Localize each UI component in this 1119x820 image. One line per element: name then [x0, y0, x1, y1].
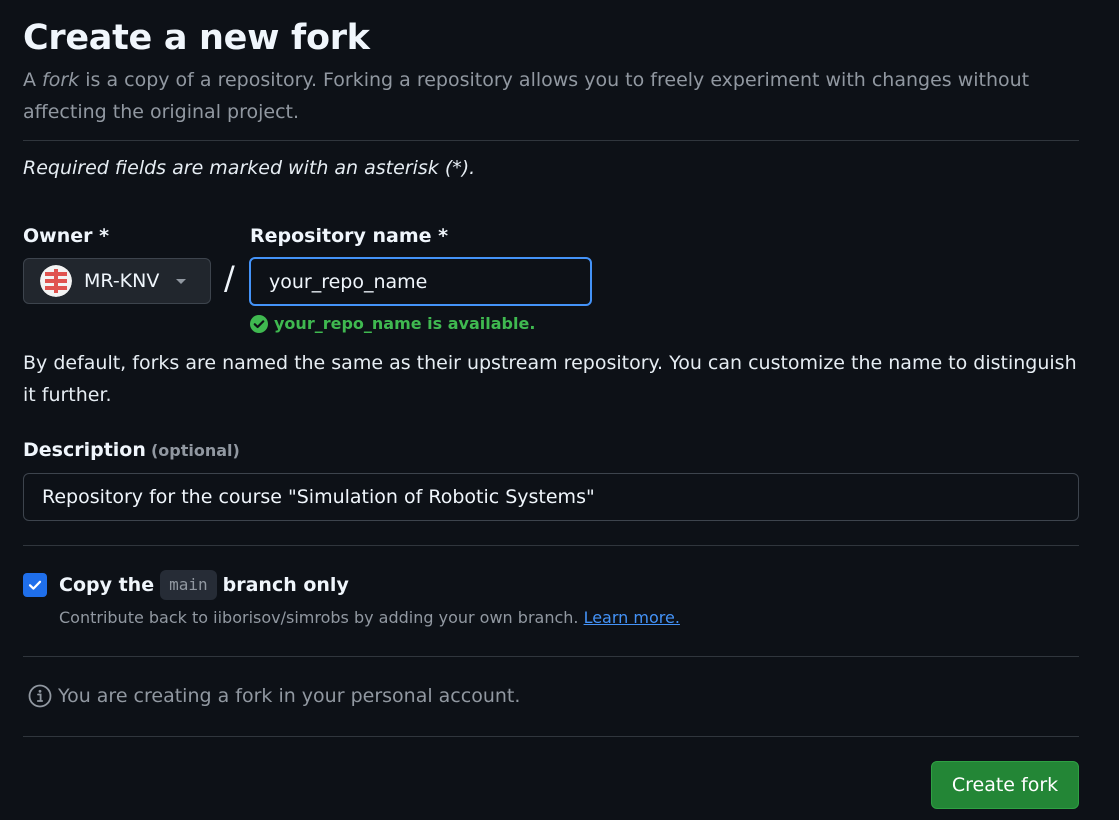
info-icon: [28, 684, 52, 708]
description-label-row: Description (optional): [23, 436, 240, 464]
page-title: Create a new fork: [23, 18, 370, 58]
checkmark-icon: [28, 580, 42, 590]
owner-select-button[interactable]: MR-KNV: [23, 258, 211, 304]
availability-text: your_repo_name is available.: [274, 314, 536, 333]
repository-availability-status: your_repo_name is available.: [250, 313, 535, 335]
footer-divider: [23, 736, 1079, 737]
description-divider: [23, 545, 1079, 546]
info-text: You are creating a fork in your personal…: [58, 685, 521, 707]
repository-name-input[interactable]: [249, 257, 592, 306]
learn-more-link[interactable]: Learn more.: [584, 608, 680, 627]
create-fork-button[interactable]: Create fork: [931, 761, 1079, 809]
create-fork-page: Create a new fork A fork is a copy of a …: [0, 0, 1119, 820]
copy-branch-help: Contribute back to iiborisov/simrobs by …: [59, 606, 680, 630]
branch-name-chip: main: [160, 570, 217, 600]
owner-repo-separator: /: [224, 259, 235, 297]
intro-prefix: A: [23, 69, 43, 91]
branch-divider: [23, 656, 1079, 657]
copy-branch-help-text: Contribute back to iiborisov/simrobs by …: [59, 608, 579, 627]
caret-down-icon: [175, 275, 187, 287]
copy-label-suffix: branch only: [222, 574, 349, 596]
check-circle-icon: [250, 315, 268, 333]
description-label: Description: [23, 439, 146, 461]
optional-marker: (optional): [150, 441, 240, 460]
name-help-text: By default, forks are named the same as …: [23, 352, 1077, 406]
intro-suffix: is a copy of a repository. Forking a rep…: [23, 69, 1030, 123]
copy-main-branch-checkbox[interactable]: [23, 573, 47, 597]
owner-label: Owner *: [23, 225, 110, 247]
header-divider: [23, 140, 1079, 141]
owner-name: MR-KNV: [84, 270, 160, 292]
owner-avatar-icon: [40, 265, 72, 297]
required-fields-note: Required fields are marked with an aster…: [23, 157, 476, 179]
description-input[interactable]: [23, 473, 1079, 521]
intro-fork-term: fork: [42, 69, 80, 91]
personal-account-info: You are creating a fork in your personal…: [28, 682, 520, 710]
page-intro: A fork is a copy of a repository. Forkin…: [23, 64, 1079, 128]
copy-main-branch-label[interactable]: Copy the main branch only: [59, 570, 349, 600]
repository-name-label: Repository name *: [250, 225, 449, 247]
copy-label-prefix: Copy the: [59, 574, 155, 596]
